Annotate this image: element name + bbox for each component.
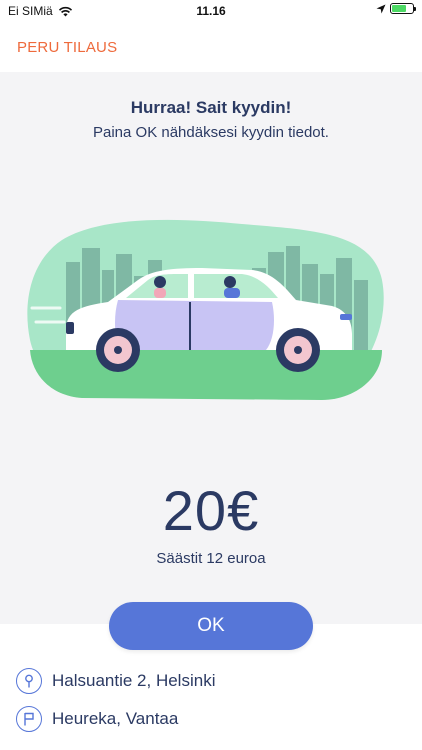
status-bar: Ei SIMiä 11.16 xyxy=(0,0,422,22)
status-right xyxy=(376,3,416,14)
location-pin-icon xyxy=(16,668,42,694)
route-destination-row: Heureka, Vantaa xyxy=(16,704,416,734)
origin-address: Halsuantie 2, Helsinki xyxy=(52,671,216,690)
savings-text: Säästit 12 euroa xyxy=(156,550,266,567)
instruction-text: Paina OK nähdäksesi kyydin tiedot. xyxy=(93,124,329,141)
location-arrow-icon xyxy=(376,4,386,13)
main-panel: Hurraa! Sait kyydin! Paina OK nähdäksesi… xyxy=(0,72,422,624)
cancel-order-button[interactable]: PERU TILAUS xyxy=(17,39,117,56)
price-display: 20€ xyxy=(162,479,260,542)
success-headline: Hurraa! Sait kyydin! xyxy=(130,98,292,117)
clock: 11.16 xyxy=(196,4,226,18)
ok-button[interactable]: OK xyxy=(109,602,313,650)
route-origin-row: Halsuantie 2, Helsinki xyxy=(16,666,416,696)
destination-address: Heureka, Vantaa xyxy=(52,709,179,728)
battery-icon xyxy=(390,3,416,14)
top-bar: PERU TILAUS xyxy=(0,22,422,72)
car-illustration xyxy=(27,219,384,400)
flag-icon xyxy=(16,706,42,732)
